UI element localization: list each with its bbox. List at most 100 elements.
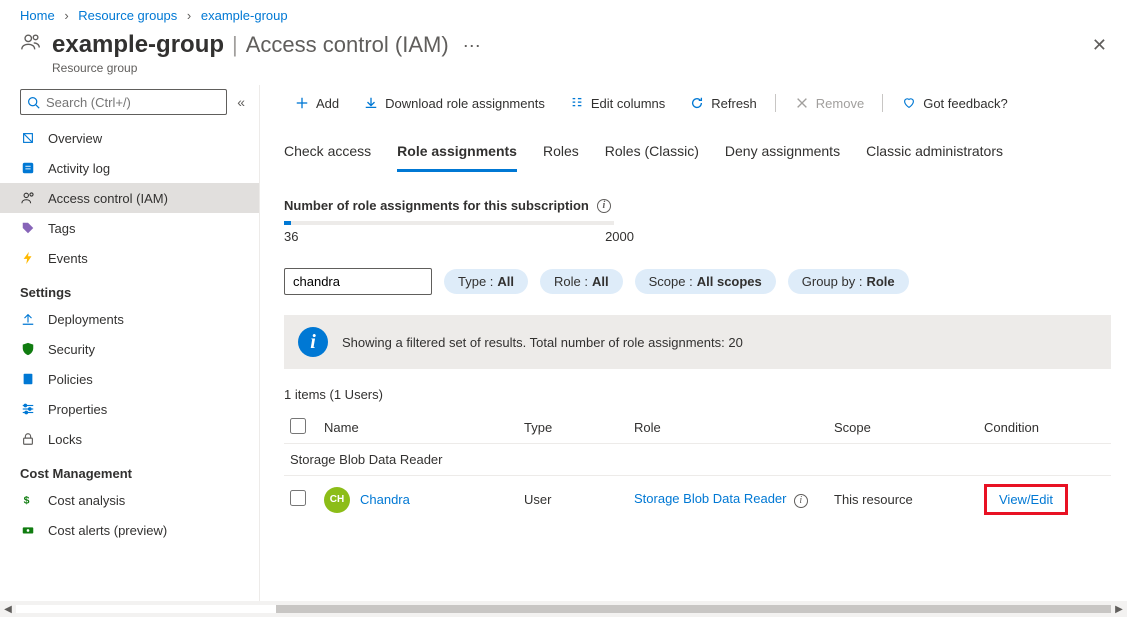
page-subtitle: Access control (IAM) xyxy=(246,32,449,58)
main-content: Add Download role assignments Edit colum… xyxy=(260,85,1127,602)
toolbar: Add Download role assignments Edit colum… xyxy=(284,91,1127,129)
highlight-box: View/Edit xyxy=(984,484,1068,515)
breadcrumb-home[interactable]: Home xyxy=(20,8,55,23)
sidebar-item-cost-alerts[interactable]: Cost alerts (preview) xyxy=(0,515,259,545)
download-button[interactable]: Download role assignments xyxy=(353,91,555,115)
info-icon[interactable]: i xyxy=(597,199,611,213)
sidebar-item-cost-analysis[interactable]: $ Cost analysis xyxy=(0,485,259,515)
sidebar-item-policies[interactable]: Policies xyxy=(0,364,259,394)
assignments-max-value: 2000 xyxy=(605,229,634,244)
assignments-current-value: 36 xyxy=(284,229,298,244)
close-button[interactable]: ✕ xyxy=(1092,35,1107,56)
refresh-icon xyxy=(689,95,705,111)
sidebar-item-properties[interactable]: Properties xyxy=(0,394,259,424)
horizontal-scrollbar[interactable]: ◀ ▶ xyxy=(0,601,1127,617)
cell-scope: This resource xyxy=(834,492,984,507)
separator xyxy=(882,94,883,112)
chevron-right-icon: › xyxy=(187,8,191,23)
info-icon: i xyxy=(298,327,328,357)
refresh-button[interactable]: Refresh xyxy=(679,91,767,115)
sidebar-item-activity-log[interactable]: Activity log xyxy=(0,153,259,183)
more-icon[interactable]: ⋯ xyxy=(463,36,482,57)
assignments-table: Name Type Role Scope Condition Storage B… xyxy=(284,412,1111,523)
tab-deny-assignments[interactable]: Deny assignments xyxy=(725,143,840,172)
sidebar-item-tags[interactable]: Tags xyxy=(0,213,259,243)
col-name[interactable]: Name xyxy=(324,420,524,435)
collapse-sidebar-button[interactable]: « xyxy=(237,94,245,110)
breadcrumb: Home › Resource groups › example-group xyxy=(0,0,1127,27)
tab-roles[interactable]: Roles xyxy=(543,143,579,172)
role-link[interactable]: Storage Blob Data Reader xyxy=(634,491,786,506)
columns-icon xyxy=(569,95,585,111)
avatar: CH xyxy=(324,487,350,513)
tag-icon xyxy=(20,220,36,236)
col-scope[interactable]: Scope xyxy=(834,420,984,435)
banner-text: Showing a filtered set of results. Total… xyxy=(342,335,743,350)
user-name-link[interactable]: Chandra xyxy=(360,492,410,507)
filter-groupby-pill[interactable]: Group by : Role xyxy=(788,269,909,294)
col-type[interactable]: Type xyxy=(524,420,634,435)
scroll-right-arrow[interactable]: ▶ xyxy=(1111,604,1127,615)
separator xyxy=(775,94,776,112)
people-icon xyxy=(20,31,42,53)
table-row: CH Chandra User Storage Blob Data Reader… xyxy=(284,476,1111,523)
table-group-header: Storage Blob Data Reader xyxy=(284,444,1111,476)
feedback-button[interactable]: Got feedback? xyxy=(891,91,1018,115)
sidebar-item-security[interactable]: Security xyxy=(0,334,259,364)
tab-roles-classic[interactable]: Roles (Classic) xyxy=(605,143,699,172)
lightning-icon xyxy=(20,250,36,266)
add-button[interactable]: Add xyxy=(284,91,349,115)
select-all-checkbox[interactable] xyxy=(290,418,306,434)
col-condition[interactable]: Condition xyxy=(984,420,1094,435)
log-icon xyxy=(20,160,36,176)
sidebar-item-access-control[interactable]: Access control (IAM) xyxy=(0,183,259,213)
items-count-label: 1 items (1 Users) xyxy=(284,387,1111,402)
tabs: Check access Role assignments Roles Role… xyxy=(284,129,1127,172)
filter-scope-pill[interactable]: Scope : All scopes xyxy=(635,269,776,294)
filter-row: Type : All Role : All Scope : All scopes… xyxy=(284,268,1111,295)
lock-icon xyxy=(20,431,36,447)
progress-bar xyxy=(284,221,614,225)
sidebar-heading-cost: Cost Management xyxy=(0,454,259,485)
upload-icon xyxy=(20,311,36,327)
download-icon xyxy=(363,95,379,111)
sidebar-item-events[interactable]: Events xyxy=(0,243,259,273)
col-role[interactable]: Role xyxy=(634,420,834,435)
info-icon[interactable]: i xyxy=(794,494,808,508)
people-icon xyxy=(20,190,36,206)
dollar-icon: $ xyxy=(20,492,36,508)
tab-check-access[interactable]: Check access xyxy=(284,143,371,172)
heart-icon xyxy=(901,95,917,111)
table-header: Name Type Role Scope Condition xyxy=(284,412,1111,444)
svg-text:$: $ xyxy=(24,495,30,507)
breadcrumb-group[interactable]: example-group xyxy=(201,8,288,23)
chevron-right-icon: › xyxy=(64,8,68,23)
view-edit-link[interactable]: View/Edit xyxy=(999,492,1053,507)
sidebar-item-overview[interactable]: Overview xyxy=(0,123,259,153)
remove-button: Remove xyxy=(784,91,874,115)
info-banner: i Showing a filtered set of results. Tot… xyxy=(284,315,1111,369)
sidebar-item-locks[interactable]: Locks xyxy=(0,424,259,454)
properties-icon xyxy=(20,401,36,417)
tab-role-assignments[interactable]: Role assignments xyxy=(397,143,517,172)
money-icon xyxy=(20,522,36,538)
page-title: example-group xyxy=(52,31,224,59)
edit-columns-button[interactable]: Edit columns xyxy=(559,91,675,115)
breadcrumb-resource-groups[interactable]: Resource groups xyxy=(78,8,177,23)
sidebar: « Overview Activity log Access control (… xyxy=(0,85,260,602)
row-checkbox[interactable] xyxy=(290,490,306,506)
page-header: example-group | Access control (IAM) ⋯ R… xyxy=(0,27,1127,85)
cell-type: User xyxy=(524,492,634,507)
scroll-left-arrow[interactable]: ◀ xyxy=(0,604,16,615)
tab-classic-admins[interactable]: Classic administrators xyxy=(866,143,1003,172)
cube-icon xyxy=(20,130,36,146)
filter-type-pill[interactable]: Type : All xyxy=(444,269,528,294)
search-input[interactable] xyxy=(20,89,227,115)
filter-role-pill[interactable]: Role : All xyxy=(540,269,623,294)
sidebar-item-deployments[interactable]: Deployments xyxy=(0,304,259,334)
policy-icon xyxy=(20,371,36,387)
assignments-count-label: Number of role assignments for this subs… xyxy=(284,198,611,213)
sidebar-heading-settings: Settings xyxy=(0,273,259,304)
filter-text-input[interactable] xyxy=(284,268,432,295)
x-icon xyxy=(794,95,810,111)
